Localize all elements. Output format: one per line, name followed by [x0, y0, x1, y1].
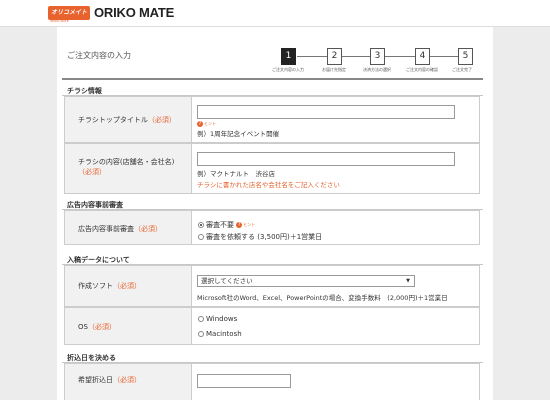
field-label-content-required: （必須）	[78, 167, 106, 177]
field-label-software: 作成ソフト（必須）	[78, 281, 141, 291]
row-label-cell: チラシトップタイトル（必須）	[65, 97, 192, 142]
step-2-indicator: 2	[327, 48, 342, 65]
required-mark: （必須）	[134, 225, 162, 233]
title-divider	[62, 78, 483, 80]
step-connector	[342, 56, 370, 57]
form-row-software: 作成ソフト（必須） 選択してください ▼ Microsoft社のWord、Exc…	[64, 265, 480, 307]
field-label-title: チラシトップタイトル（必須）	[78, 115, 176, 125]
step-5-label: ご注文完了	[452, 67, 472, 72]
row-label-cell: 作成ソフト（必須）	[65, 266, 192, 306]
field-example: 例）マクトナルト 渋谷店	[197, 170, 275, 178]
select-value: 選択してください	[201, 277, 253, 285]
step-5-indicator: 5	[458, 48, 473, 65]
form-row-os: OS（必須） Windows Macintosh	[64, 307, 480, 345]
os-option-mac[interactable]: Macintosh	[198, 330, 242, 338]
row-label-cell: チラシの内容(店舗名・会社名) （必須）	[65, 144, 192, 193]
step-4-indicator: 4	[415, 48, 430, 65]
review-option-none[interactable]: 審査不要 ? ヒント	[198, 220, 255, 230]
page-title: ご注文内容の入力	[67, 51, 131, 60]
field-label-text: 希望折込日	[78, 376, 113, 384]
row-label-cell: 希望折込日（必須）	[65, 364, 192, 400]
radio-unselected[interactable]	[198, 331, 204, 337]
hint-label[interactable]: ヒント	[243, 222, 255, 227]
step-1-label: ご注文内容の入力	[272, 67, 304, 72]
date-input[interactable]	[197, 374, 291, 388]
required-mark: （必須）	[147, 116, 176, 124]
form-row-date: 希望折込日（必須）	[64, 363, 480, 400]
radio-selected[interactable]	[198, 222, 204, 228]
form-row-review: 広告内容事前審査（必須） 審査不要 ? ヒント 審査を依頼する (3,500円)＋…	[64, 210, 480, 245]
field-warning: チラシに書かれた店名や会社名をご記入ください	[197, 181, 340, 189]
flyer-title-input[interactable]	[197, 105, 455, 119]
form-row-title: チラシトップタイトル（必須） ? ヒント 例）1周年記念イベント開催	[64, 96, 480, 143]
step-3-indicator: 3	[370, 48, 385, 65]
radio-label: Macintosh	[206, 330, 242, 338]
radio-label: Windows	[206, 315, 238, 323]
field-label-os: OS（必須）	[78, 322, 116, 332]
form-row-content: チラシの内容(店舗名・会社名) （必須） 例）マクトナルト 渋谷店 チラシに書か…	[64, 143, 480, 194]
flyer-content-input[interactable]	[197, 152, 455, 166]
radio-unselected[interactable]	[198, 316, 204, 322]
field-example: 例）1周年記念イベント開催	[197, 130, 280, 138]
field-label-text: OS	[78, 323, 88, 331]
step-connector	[297, 56, 327, 57]
site-header: オリコメイト ORIKO MATE ORIKO MATE	[0, 0, 550, 27]
required-mark: （必須）	[113, 282, 141, 290]
question-icon: ?	[197, 120, 203, 127]
required-mark: （必須）	[78, 168, 106, 176]
field-note: Microsoft社のWord、Excel、PowerPointの場合、変換手数…	[197, 294, 448, 302]
os-option-windows[interactable]: Windows	[198, 315, 237, 323]
step-3-label: 決済方法の選択	[363, 67, 391, 72]
step-connector	[430, 56, 458, 57]
radio-unselected[interactable]	[198, 234, 204, 240]
question-icon[interactable]: ?	[236, 222, 243, 228]
review-option-request[interactable]: 審査を依頼する (3,500円)＋1営業日	[198, 232, 322, 242]
brand-logo-subtext: ORIKO MATE	[50, 19, 69, 23]
row-label-cell: OS（必須）	[65, 308, 192, 344]
hint-link[interactable]: ? ヒント	[197, 120, 216, 127]
field-label-date: 希望折込日（必須）	[78, 375, 141, 385]
field-label-text: チラシトップタイトル	[78, 116, 148, 124]
field-label-text: 作成ソフト	[78, 282, 113, 290]
chevron-down-icon: ▼	[406, 278, 410, 284]
row-label-cell: 広告内容事前審査（必須）	[65, 211, 192, 244]
software-select[interactable]: 選択してください ▼	[197, 275, 415, 287]
brand-logo-mark[interactable]: オリコメイト	[48, 6, 90, 20]
radio-label: 審査を依頼する (3,500円)＋1営業日	[206, 233, 323, 241]
step-1-indicator: 1	[281, 48, 296, 65]
hint-label: ヒント	[204, 120, 216, 126]
brand-name[interactable]: ORIKO MATE	[94, 5, 174, 20]
field-label-text: 広告内容事前審査	[78, 225, 134, 233]
required-mark: （必須）	[113, 376, 141, 384]
field-label-review: 広告内容事前審査（必須）	[78, 224, 162, 234]
step-connector	[385, 56, 415, 57]
required-mark: （必須）	[87, 323, 116, 331]
radio-label: 審査不要	[206, 221, 234, 229]
field-label-content: チラシの内容(店舗名・会社名)	[78, 158, 175, 166]
